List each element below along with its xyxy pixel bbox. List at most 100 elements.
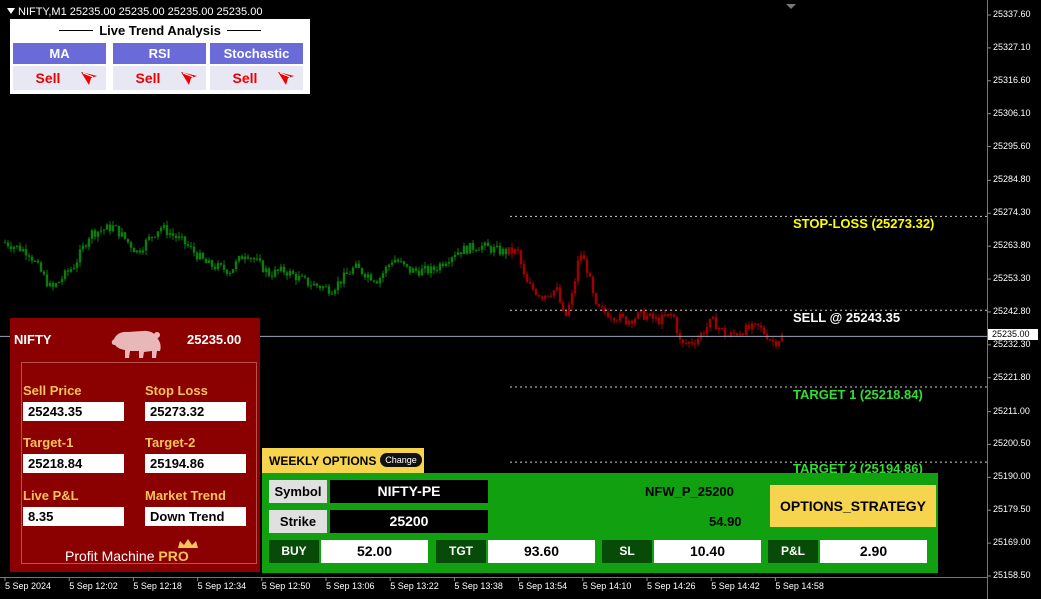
candle-body [777, 341, 781, 347]
candle-body [666, 314, 670, 316]
candle-body [93, 230, 97, 237]
candle-body [486, 242, 490, 247]
candle-body [708, 318, 712, 328]
candle-body [126, 238, 130, 243]
candle-body [231, 269, 235, 274]
options-panel: Symbol NIFTY-PE Strike 25200 NFW_P_25200… [262, 473, 938, 573]
symbol-value[interactable]: NIFTY-PE [330, 480, 488, 503]
candle-body [399, 261, 403, 263]
candle-body [150, 236, 154, 238]
price-tick-label: 25327.10 [993, 41, 1031, 52]
candle-body [657, 317, 661, 325]
candle-body [417, 270, 421, 276]
time-tick-label: 5 Sep 14:42 [711, 581, 760, 591]
candle-body [216, 263, 220, 270]
candle-body [213, 266, 217, 270]
trend-col-rsi: RSI [113, 43, 206, 64]
sell-price-value: 25243.35 [23, 402, 124, 421]
candle-body [732, 332, 736, 334]
candle-body [582, 255, 586, 260]
weekly-options-label: WEEKLY OPTIONS [269, 454, 377, 468]
candle-body [729, 332, 733, 337]
candle-body [711, 316, 715, 319]
candle-body [117, 225, 121, 237]
candle-body [612, 318, 616, 321]
stop-loss-label: STOP-LOSS (25273.32) [793, 216, 935, 231]
change-button[interactable]: Change [380, 453, 422, 467]
candle-body [351, 267, 355, 274]
candle-body [393, 259, 397, 263]
candle-body [30, 256, 34, 261]
candle-body [177, 236, 181, 239]
candle-body [669, 314, 673, 316]
candle-body [672, 314, 676, 317]
candle-body [87, 238, 91, 247]
candle-body [495, 245, 499, 247]
down-arrow-icon [278, 72, 294, 85]
candle-body [240, 256, 244, 260]
candle-body [396, 259, 400, 262]
candle-body [516, 249, 520, 251]
candle-body [354, 263, 358, 268]
signal-label: Sell [35, 70, 61, 86]
time-tick-label: 5 Sep 12:50 [261, 581, 311, 591]
candle-body [750, 323, 754, 330]
candle-body [294, 273, 298, 281]
candle-body [15, 245, 19, 247]
candle-body [756, 323, 760, 326]
candle-body [717, 327, 721, 330]
candle-body [195, 252, 199, 260]
sell-price-label: Sell Price [23, 383, 82, 398]
candle-body [291, 270, 295, 274]
time-tick-label: 5 Sep 13:06 [326, 581, 375, 591]
candle-body [159, 227, 163, 232]
candle-body [315, 283, 319, 286]
candle-body [303, 276, 307, 278]
price-tick-label: 25295.60 [993, 140, 1031, 151]
candle-body [522, 264, 526, 275]
candle-body [375, 281, 379, 284]
candle-body [540, 296, 544, 299]
candle-body [210, 260, 214, 267]
candle-body [225, 269, 229, 274]
candle-body [450, 257, 454, 263]
time-tick-label: 5 Sep 13:22 [390, 581, 439, 591]
candle-body [498, 245, 502, 255]
candle-body [366, 274, 370, 278]
candle-body [66, 270, 70, 272]
candle-body [258, 258, 262, 261]
pnl-value: 2.90 [820, 540, 927, 563]
candle-body [168, 233, 172, 235]
candle-body [57, 281, 61, 284]
candle-body [171, 233, 175, 236]
candle-body [387, 264, 391, 267]
candle-body [108, 224, 112, 232]
candle-body [579, 255, 583, 261]
candle-body [618, 314, 622, 321]
live-pnl-value: 8.35 [23, 507, 124, 526]
candle-body [528, 282, 532, 284]
candle-body [120, 232, 124, 237]
candle-body [738, 333, 742, 336]
candle-body [561, 302, 565, 311]
candle-body [576, 260, 580, 282]
weekly-options-tab[interactable]: WEEKLY OPTIONS Change [262, 448, 424, 473]
dropdown-icon[interactable] [7, 8, 15, 14]
options-strategy-button[interactable]: OPTIONS_STRATEGY [770, 485, 936, 527]
candle-body [228, 273, 232, 275]
sl-value: 10.40 [654, 540, 761, 563]
strike-value[interactable]: 25200 [330, 510, 488, 533]
candle-body [357, 263, 361, 268]
candle-body [21, 249, 25, 252]
candle-body [369, 274, 373, 281]
candle-body [60, 279, 64, 282]
candle-body [75, 262, 79, 268]
candle-body [435, 270, 439, 272]
candle-body [252, 258, 256, 260]
candle-body [111, 225, 115, 232]
candle-body [489, 246, 493, 253]
candle-body [327, 286, 331, 294]
candle-body [699, 332, 703, 339]
candle-body [270, 275, 274, 277]
candle-body [585, 259, 589, 273]
